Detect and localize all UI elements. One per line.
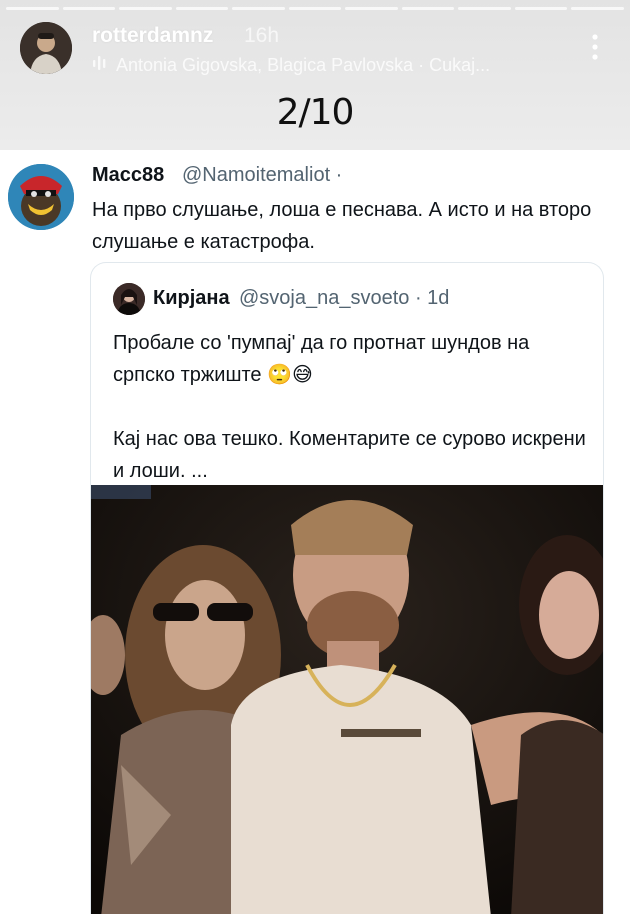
story-progress-bar <box>6 7 625 10</box>
quoted-text-paragraph-2: Кај нас ова тешко. Коментарите се сурово… <box>113 428 586 482</box>
progress-segment <box>458 7 511 10</box>
story-username[interactable]: rotterdamnz <box>92 24 213 48</box>
progress-segment <box>6 7 59 10</box>
progress-segment <box>232 7 285 10</box>
story-counter: 2/10 <box>276 92 355 133</box>
progress-segment <box>345 7 398 10</box>
music-label: Antonia Gigovska, Blagica Pavlovska · Cu… <box>116 54 491 75</box>
progress-segment <box>62 7 116 10</box>
tweet-author-name[interactable]: Macc88 <box>92 164 164 187</box>
story-timestamp: 16h <box>244 24 280 47</box>
progress-segment <box>175 7 229 10</box>
progress-segment <box>288 7 342 10</box>
more-options-icon[interactable] <box>592 34 598 60</box>
story-music[interactable]: Antonia Gigovska, Blagica Pavlovska · Cu… <box>92 55 490 75</box>
tweet-author-handle[interactable]: @Namoitemaliot · <box>182 164 342 187</box>
progress-segment <box>119 7 172 10</box>
quoted-text-paragraph-1: Пробале со 'пумпај' да го протнат шундов… <box>113 332 530 386</box>
progress-segment <box>401 7 455 10</box>
tweet-avatar[interactable] <box>8 164 74 230</box>
quoted-author-handle[interactable]: @svoja_na_svoeto · 1d <box>239 287 449 310</box>
audio-bars-icon <box>92 55 110 76</box>
story-avatar[interactable] <box>20 22 72 74</box>
tweet-text: На прво слушање, лоша е песнава. А исто … <box>92 199 592 253</box>
quoted-tweet-avatar[interactable] <box>113 283 145 315</box>
progress-segment <box>514 7 568 10</box>
quoted-tweet-video[interactable] <box>91 485 603 914</box>
story-header: rotterdamnz 16h Antonia Gigovska, Blagic… <box>0 0 630 150</box>
quoted-tweet[interactable]: Кирјана @svoja_na_svoeto · 1d Пробале со… <box>90 262 604 914</box>
tweet-card[interactable]: Macc88 @Namoitemaliot · На прво слушање,… <box>0 150 630 914</box>
quoted-author-name[interactable]: Кирјана <box>153 287 230 310</box>
progress-segment <box>571 7 625 10</box>
